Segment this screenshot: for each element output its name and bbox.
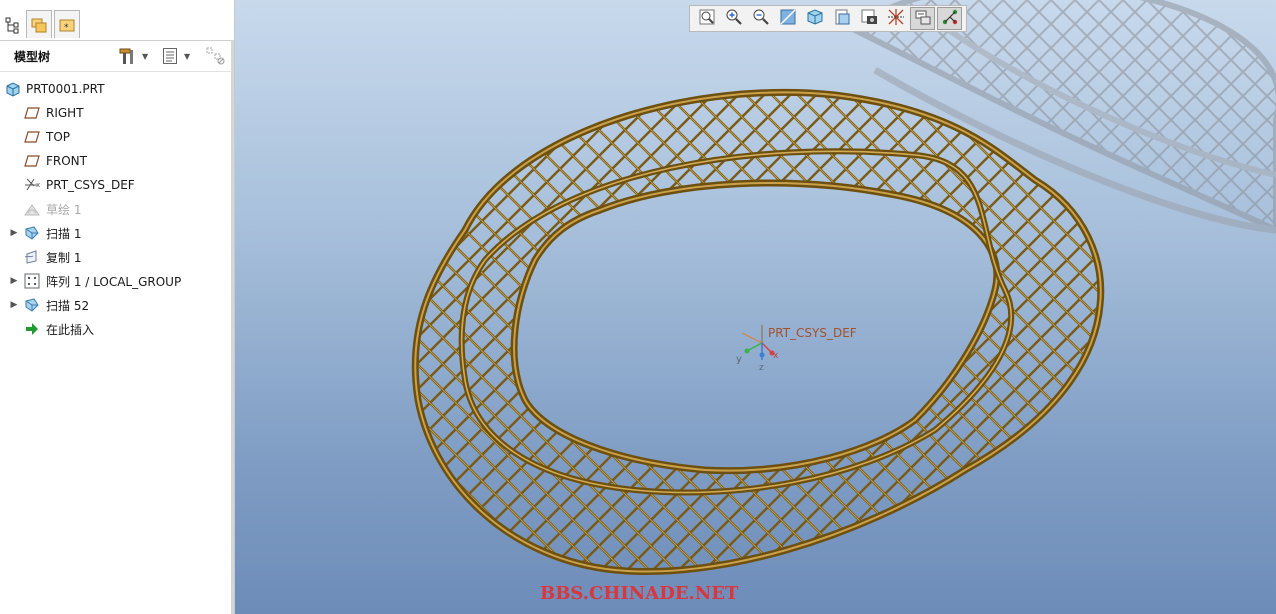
datum-plane-icon <box>24 129 40 145</box>
tree-item[interactable]: ▶ 扫描 52 <box>0 294 231 316</box>
refit-button[interactable] <box>694 7 719 30</box>
saved-views-icon <box>833 8 851 29</box>
svg-text:x: x <box>36 181 40 189</box>
tree-item[interactable]: 在此插入 <box>0 318 231 340</box>
tree-item[interactable]: FRONT <box>0 150 231 172</box>
reorient-button[interactable] <box>775 7 800 30</box>
tree-filter-icon <box>206 47 225 65</box>
tree-item-label: RIGHT <box>46 106 84 120</box>
saved-views-button[interactable] <box>829 7 854 30</box>
tab-folder-browser[interactable] <box>26 10 52 38</box>
chevron-down-icon: ▼ <box>184 51 191 61</box>
csys-icon: x <box>24 177 40 193</box>
spin-center-icon <box>941 8 959 29</box>
tree-item[interactable]: PRT0001.PRT <box>0 78 231 100</box>
part-icon <box>5 81 21 97</box>
annotation-display-button[interactable] <box>910 7 935 30</box>
reorient-icon <box>779 8 797 29</box>
tree-item[interactable]: 草绘 1 <box>0 198 231 220</box>
expand-arrow-icon[interactable]: ▶ <box>10 228 18 238</box>
truss-ring-model <box>411 88 1105 576</box>
graphics-viewport[interactable]: x y z PRT_CSYS_DEF BBS.CHINADE.NET <box>235 0 1276 614</box>
tree-header: 模型树 ▼ ▼ <box>0 40 231 72</box>
tree-item-label: 草绘 1 <box>46 202 82 217</box>
tab-favorites[interactable]: * <box>54 10 80 38</box>
tree-filter-button[interactable] <box>206 46 226 66</box>
model-tree-panel: * 模型树 ▼ ▼ PRT0001.PRT RIGHT TOP FRONT x … <box>0 0 235 614</box>
tree-item-label: TOP <box>46 130 71 144</box>
tree-item-label: PRT_CSYS_DEF <box>46 178 135 192</box>
tree-settings-button[interactable]: ▼ <box>118 46 148 66</box>
model-tree-icon <box>5 17 19 33</box>
tree-item-label: 扫描 1 <box>46 226 82 241</box>
expand-arrow-icon[interactable]: ▶ <box>10 300 18 310</box>
watermark-text: BBS.CHINADE.NET <box>540 583 739 604</box>
tree-item[interactable]: ▶ 阵列 1 / LOCAL_GROUP <box>0 270 231 292</box>
tree-item-label: 阵列 1 / LOCAL_GROUP <box>46 274 182 289</box>
tree-item-label: FRONT <box>46 154 87 168</box>
tree-columns-icon <box>163 48 177 64</box>
zoom-in-button[interactable] <box>721 7 746 30</box>
panel-splitter[interactable] <box>231 40 234 614</box>
zoom-in-icon <box>725 8 743 29</box>
model-tree-title: 模型树 <box>14 50 51 64</box>
tree-item-label: 在此插入 <box>46 322 95 337</box>
csys-y-label: y <box>736 354 742 365</box>
tree-item-label: 复制 1 <box>46 250 82 265</box>
csys-label[interactable]: PRT_CSYS_DEF <box>768 326 857 340</box>
display-style-button[interactable] <box>802 7 827 30</box>
tree-item[interactable]: RIGHT <box>0 102 231 124</box>
csys-z-label: z <box>759 363 764 373</box>
model-render: x y z <box>411 0 1276 576</box>
zoom-out-button[interactable] <box>748 7 773 30</box>
tree-item[interactable]: x PRT_CSYS_DEF <box>0 174 231 196</box>
tree-item[interactable]: ▶ 扫描 1 <box>0 222 231 244</box>
sketch-icon <box>24 201 40 217</box>
pattern-icon <box>24 273 40 289</box>
favorites-icon: * <box>59 19 75 33</box>
view-toolbar <box>689 5 967 32</box>
datum-display-icon <box>887 8 905 29</box>
display-style-icon <box>806 8 824 29</box>
tree-item-label: 扫描 52 <box>46 298 90 313</box>
sweep-icon <box>24 225 40 241</box>
spin-center-button[interactable] <box>937 7 962 30</box>
datum-plane-icon <box>24 105 40 121</box>
csys-x-label: x <box>773 351 779 361</box>
view-manager-icon <box>860 8 878 29</box>
zoom-out-icon <box>752 8 770 29</box>
folder-browser-icon <box>31 18 47 32</box>
annotation-display-icon <box>914 8 932 29</box>
tree-item[interactable]: TOP <box>0 126 231 148</box>
sweep-icon <box>24 297 40 313</box>
refit-icon <box>698 8 716 29</box>
tree-item[interactable]: 复制 1 <box>0 246 231 268</box>
panel-tabs: * <box>0 0 234 40</box>
tree-columns-button[interactable]: ▼ <box>162 46 190 66</box>
datum-plane-icon <box>24 153 40 169</box>
tab-model-tree[interactable] <box>0 10 26 38</box>
tree-item-label: PRT0001.PRT <box>26 82 105 96</box>
insert-here-icon <box>24 321 40 337</box>
datum-display-button[interactable] <box>883 7 908 30</box>
tree-settings-icon <box>119 48 133 64</box>
svg-text:*: * <box>64 23 69 33</box>
chevron-down-icon: ▼ <box>142 51 149 61</box>
expand-arrow-icon[interactable]: ▶ <box>10 276 18 286</box>
view-manager-button[interactable] <box>856 7 881 30</box>
copy-icon <box>24 249 40 265</box>
